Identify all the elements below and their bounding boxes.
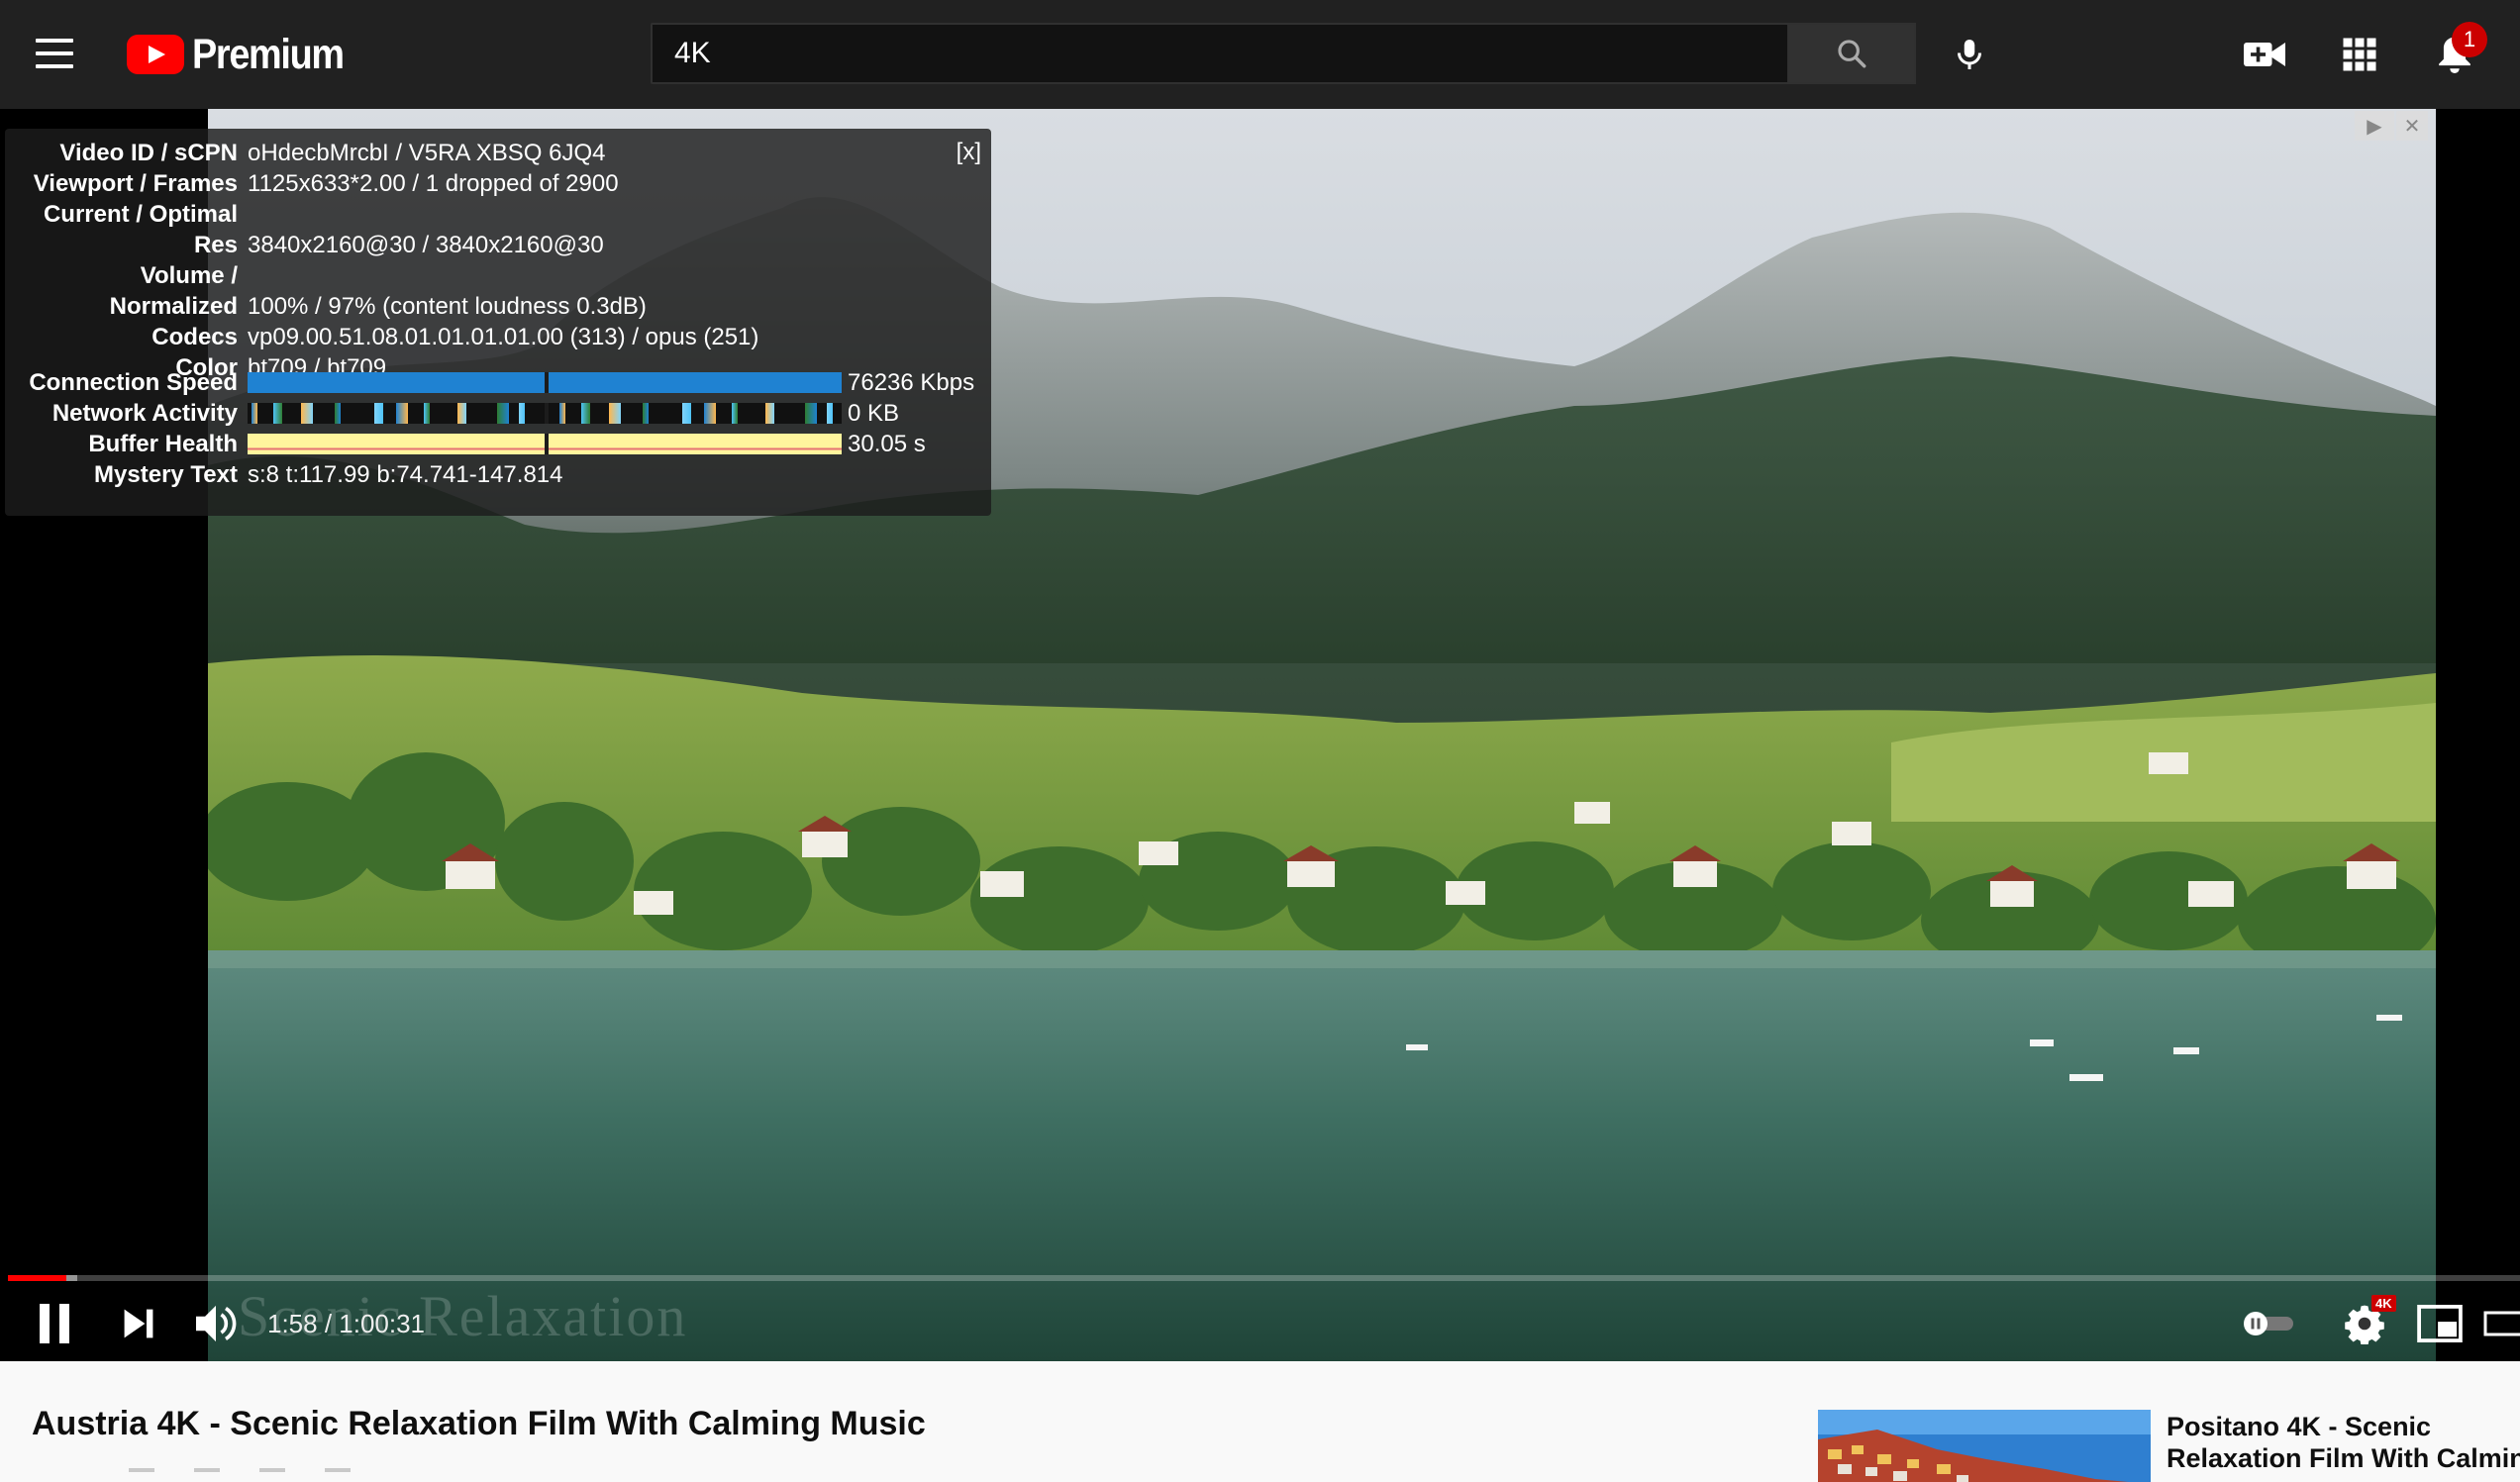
save-icon[interactable]: [325, 1468, 351, 1482]
logo-text: Premium: [192, 30, 345, 78]
thumbnail-image: [1818, 1410, 2151, 1482]
stat-label: Normalized: [109, 292, 238, 320]
youtube-premium-logo[interactable]: Premium: [127, 30, 364, 78]
pause-button[interactable]: [26, 1293, 83, 1354]
dislike-icon[interactable]: [194, 1468, 220, 1482]
ad-play-icon[interactable]: ▶: [2355, 111, 2394, 141]
stat-value: oHdecbMrcbI / V5RA XBSQ 6JQ4: [248, 139, 606, 166]
time-display: 1:58 / 1:00:31: [267, 1308, 426, 1338]
volume-icon: [196, 1305, 237, 1342]
quality-badge: 4K: [2371, 1295, 2396, 1312]
connection-speed-graph: 76236 Kbps: [248, 369, 974, 397]
theater-mode-icon: [2483, 1311, 2520, 1336]
pause-icon: [40, 1304, 69, 1343]
stat-row-connection-speed: Connection Speed 76236 Kbps: [5, 367, 974, 398]
stat-row: Normalized 100% / 97% (content loudness 0…: [5, 291, 647, 322]
like-icon[interactable]: [129, 1468, 154, 1482]
miniplayer-button[interactable]: [2410, 1293, 2470, 1354]
stat-label: Connection Speed: [29, 368, 238, 396]
youtube-watch-page: Premium 1: [0, 0, 2520, 1482]
youtube-logo-icon: [127, 35, 184, 74]
autoplay-toggle-icon: [2244, 1312, 2293, 1335]
recommended-video-thumbnail[interactable]: [1818, 1410, 2151, 1482]
create-video-icon: [2244, 43, 2285, 66]
search-input[interactable]: [674, 37, 1787, 70]
apps-button[interactable]: [2333, 28, 2386, 81]
stat-value: 3840x2160@30 / 3840x2160@30: [248, 231, 604, 258]
stat-label: Viewport / Frames: [33, 169, 238, 197]
stat-value: vp09.00.51.08.01.01.01.01.00 (313) / opu…: [248, 323, 759, 350]
action-buttons-row: [129, 1468, 351, 1482]
stat-value: s:8 t:117.99 b:74.741-147.814: [248, 460, 563, 488]
stat-value: 1125x633*2.00 / 1 dropped of 2900: [248, 169, 619, 197]
stat-label: Res: [193, 231, 238, 258]
autoplay-toggle[interactable]: [2240, 1293, 2299, 1354]
stats-for-nerds-panel: [x] Video ID / sCPN oHdecbMrcbI / V5RA XB…: [5, 129, 991, 516]
video-player[interactable]: ▶ ✕ Scenic Relaxation [x] Video ID / sCP…: [0, 109, 2520, 1361]
rec-title-line: Positano 4K - Scenic: [2167, 1412, 2432, 1441]
microphone-icon: [1958, 40, 1981, 69]
masthead: Premium 1: [0, 0, 2520, 109]
stat-label: Buffer Health: [88, 430, 238, 457]
stat-label: Mystery Text: [94, 460, 238, 488]
next-icon: [124, 1309, 153, 1338]
stat-value: 100% / 97% (content loudness 0.3dB): [248, 292, 647, 320]
player-controls: 1:58 / 1:00:31 4K: [0, 1293, 2520, 1354]
stat-label: Codecs: [151, 323, 238, 350]
stat-row: Viewport / Frames 1125x633*2.00 / 1 dropp…: [5, 168, 619, 199]
stats-close-button[interactable]: [x]: [957, 139, 981, 166]
search-box: [651, 23, 1789, 84]
notification-count-badge: 1: [2452, 22, 2487, 57]
progress-played: [8, 1275, 67, 1281]
recommended-video-title[interactable]: Positano 4K - Scenic Relaxation Film Wit…: [2167, 1411, 2520, 1474]
miniplayer-icon: [2417, 1305, 2463, 1342]
network-activity-graph: 0 KB: [248, 400, 899, 428]
stat-row-mystery-text: Mystery Text s:8 t:117.99 b:74.741-147.8…: [5, 459, 562, 490]
stat-label: Current / Optimal: [43, 200, 238, 228]
video-title: Austria 4K - Scenic Relaxation Film With…: [32, 1405, 926, 1442]
search-button[interactable]: [1789, 23, 1916, 84]
theater-mode-button[interactable]: [2483, 1293, 2520, 1354]
rec-title-line: Relaxation Film With Calming: [2167, 1443, 2520, 1473]
ad-overlay-buttons: ▶ ✕: [2355, 111, 2428, 141]
stat-row: Volume /: [5, 260, 248, 291]
stat-value: 30.05 s: [848, 430, 926, 457]
ad-close-icon[interactable]: ✕: [2396, 111, 2428, 141]
stat-row: Codecs vp09.00.51.08.01.01.01.01.00 (313)…: [5, 322, 758, 352]
stat-row-network-activity: Network Activity 0 KB: [5, 398, 899, 429]
stat-label: Network Activity: [51, 399, 238, 427]
menu-icon[interactable]: [32, 33, 77, 76]
share-icon[interactable]: [259, 1468, 285, 1482]
stat-row-buffer-health: Buffer Health 30.05 s: [5, 429, 926, 459]
search-icon: [1838, 40, 1866, 68]
stat-label: Volume /: [140, 261, 238, 289]
buffer-health-graph: 30.05 s: [248, 431, 926, 458]
stat-label: Video ID / sCPN: [59, 139, 238, 166]
voice-search-button[interactable]: [1943, 28, 1996, 81]
stat-row: Current / Optimal: [5, 199, 248, 230]
mute-button[interactable]: [188, 1293, 244, 1354]
stat-row: Video ID / sCPN oHdecbMrcbI / V5RA XBSQ 6…: [5, 138, 606, 168]
stat-value: 76236 Kbps: [848, 368, 975, 396]
stat-value: 0 KB: [848, 399, 900, 427]
create-button[interactable]: [2238, 28, 2291, 81]
stat-row: Res 3840x2160@30 / 3840x2160@30: [5, 230, 604, 260]
next-button[interactable]: [111, 1293, 166, 1354]
progress-bar[interactable]: [8, 1275, 2520, 1281]
apps-grid-icon: [2343, 38, 2376, 71]
